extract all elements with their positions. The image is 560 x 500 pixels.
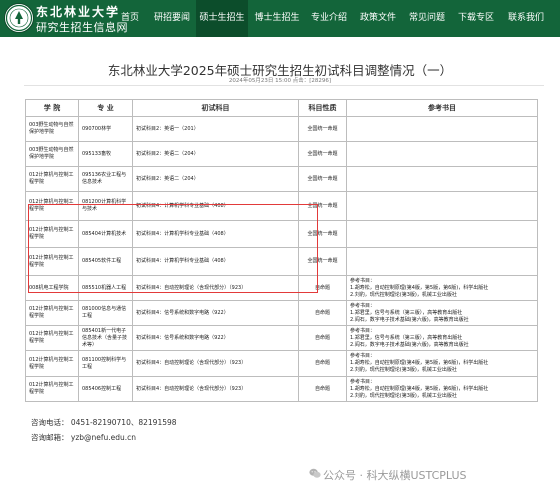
college-cell: 012计算机与控制工程学院 — [25, 247, 79, 276]
nature-cell: 自命题 — [298, 275, 347, 301]
college-cell: 012计算机与控制工程学院 — [25, 300, 79, 326]
table-row: 012计算机与控制工程学院 085401新一代电子信息技术（含量子技术等） 初试科目… — [25, 325, 538, 351]
major-cell: 085406控制工程 — [78, 376, 133, 402]
reference-cell — [346, 247, 538, 276]
table-body: 003野生动物与自然保护地学院 090700林学 初试科目2：英语一（201） 全国统… — [25, 116, 538, 402]
nav-item-doctoral-admission[interactable]: 博士生招生 — [251, 0, 303, 37]
reference-cell: 参考书目： 1.郑君里，信号与系统（第三版），高等教育出版社 2.阎石，数字电子… — [346, 300, 538, 326]
reference-cell: 参考书目： 1.郑君里，信号与系统（第三版），高等教育出版社 2.阎石，数字电子… — [346, 325, 538, 351]
table-row: 012计算机与控制工程学院 081200计算机科学与技术 初试科目4：计算机学科专业… — [25, 191, 538, 221]
reference-cell — [346, 191, 538, 221]
table-header-row: 学 院 专 业 初试科目 科目性质 参考书目 — [25, 99, 538, 117]
nature-cell: 全国统一命题 — [298, 220, 347, 248]
nature-cell: 自命题 — [298, 325, 347, 351]
subject-cell: 初试科目4：信号系统和数字电路（922） — [132, 325, 299, 351]
table-row: 003野生动物与自然保护地学院 095133畜牧 初试科目2：英语二（204） 全国统… — [25, 141, 538, 167]
watermark-text: 公众号 · 科大纵横USTCPLUS — [323, 469, 467, 482]
nav-item-policies[interactable]: 政策文件 — [355, 0, 401, 37]
table-row: 012计算机与控制工程学院 081100控制科学与工程 初试科目4：自动控制理论（含… — [25, 350, 538, 377]
reference-cell: 参考书目： 1.胡寿松，自动控制原理(第4版，第5版，第6版)，科学出版社 2.… — [346, 376, 538, 402]
header-college: 学 院 — [25, 99, 79, 117]
college-cell: 012计算机与控制工程学院 — [25, 325, 79, 351]
contact-phone: 咨询电话： 0451-82190710、82191598 — [31, 418, 177, 427]
major-cell: 085401新一代电子信息技术（含量子技术等） — [78, 325, 133, 351]
major-cell: 085405软件工程 — [78, 247, 133, 276]
table-row: 003野生动物与自然保护地学院 090700林学 初试科目2：英语一（201） 全国统… — [25, 116, 538, 142]
nature-cell: 全国统一命题 — [298, 191, 347, 221]
subject-cell: 初试科目4：自动控制理论（含现代部分）（923） — [132, 350, 299, 377]
title-divider — [24, 85, 544, 86]
college-cell: 012计算机与控制工程学院 — [25, 191, 79, 221]
table-row: 012计算机与控制工程学院 085405软件工程 初试科目4：计算机学科专业基础（4… — [25, 247, 538, 276]
reference-cell — [346, 220, 538, 248]
reference-cell — [346, 141, 538, 167]
nature-cell: 自命题 — [298, 300, 347, 326]
nature-cell: 全国统一命题 — [298, 166, 347, 192]
table-row: 012计算机与控制工程学院 085404计算机技术 初试科目4：计算机学科专业基础（… — [25, 220, 538, 248]
major-cell: 090700林学 — [78, 116, 133, 142]
table-row: 012计算机与控制工程学院 095136农业工程与信息技术 初试科目2：英语二（20… — [25, 166, 538, 192]
reference-cell — [346, 116, 538, 142]
nature-cell: 全国统一命题 — [298, 247, 347, 276]
subject-cell: 初试科目4：计算机学科专业基础（408） — [132, 247, 299, 276]
college-cell: 003野生动物与自然保护地学院 — [25, 116, 79, 142]
header-subject: 初试科目 — [132, 99, 299, 117]
header-major: 专 业 — [78, 99, 133, 117]
nav-item-home[interactable]: 首页 — [113, 0, 147, 37]
nature-cell: 全国统一命题 — [298, 116, 347, 142]
site-brand-name: 东北林业大学 — [36, 5, 121, 19]
college-cell: 003野生动物与自然保护地学院 — [25, 141, 79, 167]
major-cell: 081200计算机科学与技术 — [78, 191, 133, 221]
subject-cell: 初试科目2：英语二（204） — [132, 166, 299, 192]
nature-cell: 自命题 — [298, 376, 347, 402]
major-cell: 085404计算机技术 — [78, 220, 133, 248]
college-cell: 008机电工程学院 — [25, 275, 79, 301]
major-cell: 095133畜牧 — [78, 141, 133, 167]
article-meta: 2024年05月23日 15:00 点击：[28296] — [228, 78, 332, 84]
major-cell: 085510机器人工程 — [78, 275, 133, 301]
college-cell: 012计算机与控制工程学院 — [25, 166, 79, 192]
wechat-icon — [309, 468, 321, 478]
header-reference: 参考书目 — [346, 99, 538, 117]
subject-adjustment-table: 学 院 专 业 初试科目 科目性质 参考书目 003野生动物与自然保护地学院 09… — [25, 99, 538, 402]
nature-cell: 自命题 — [298, 350, 347, 377]
subject-cell: 初试科目2：英语二（204） — [132, 141, 299, 167]
table-row: 008机电工程学院 085510机器人工程 初试科目4：自动控制理论（含现代部分）（… — [25, 275, 538, 301]
contact-email: 咨询邮箱： yzb@nefu.edu.cn — [31, 433, 137, 442]
header-nature: 科目性质 — [298, 99, 347, 117]
nav-item-news[interactable]: 研招要闻 — [149, 0, 195, 37]
top-navigation-bar: 东北林业大学 研究生招生信息网 首页 研招要闻 硕士生招生 博士生招生 专业介绍… — [0, 0, 560, 37]
reference-cell: 参考书目： 1.胡寿松，自动控制原理(第4版，第5版，第6版)，科学出版社 2.… — [346, 350, 538, 377]
subject-cell: 初试科目4：计算机学科专业基础（408） — [132, 220, 299, 248]
nav-item-master-admission[interactable]: 硕士生招生 — [196, 0, 248, 37]
university-logo[interactable] — [4, 3, 34, 33]
subject-cell: 初试科目4：自动控制理论（含现代部分）（923） — [132, 376, 299, 402]
subject-cell: 初试科目2：英语一（201） — [132, 116, 299, 142]
table-row: 012计算机与控制工程学院 081000信息与通信工程 初试科目4：信号系统和数字电… — [25, 300, 538, 326]
table-row: 012计算机与控制工程学院 085406控制工程 初试科目4：自动控制理论（含现代部… — [25, 376, 538, 402]
major-cell: 095136农业工程与信息技术 — [78, 166, 133, 192]
nav-item-majors[interactable]: 专业介绍 — [306, 0, 352, 37]
college-cell: 012计算机与控制工程学院 — [25, 220, 79, 248]
reference-cell: 参考书目： 1.胡寿松，自动控制原理(第4版，第5版，第6版)，科学出版社 2.… — [346, 275, 538, 301]
major-cell: 081100控制科学与工程 — [78, 350, 133, 377]
college-cell: 012计算机与控制工程学院 — [25, 350, 79, 377]
subject-cell: 初试科目4：计算机学科专业基础（408） — [132, 191, 299, 221]
subject-cell: 初试科目4：自动控制理论（含现代部分）（923） — [132, 275, 299, 301]
college-cell: 012计算机与控制工程学院 — [25, 376, 79, 402]
nav-item-downloads[interactable]: 下载专区 — [453, 0, 499, 37]
nav-item-faq[interactable]: 常见问题 — [404, 0, 450, 37]
reference-cell — [346, 166, 538, 192]
nature-cell: 全国统一命题 — [298, 141, 347, 167]
nav-item-contact[interactable]: 联系我们 — [503, 0, 549, 37]
major-cell: 081000信息与通信工程 — [78, 300, 133, 326]
subject-cell: 初试科目4：信号系统和数字电路（922） — [132, 300, 299, 326]
